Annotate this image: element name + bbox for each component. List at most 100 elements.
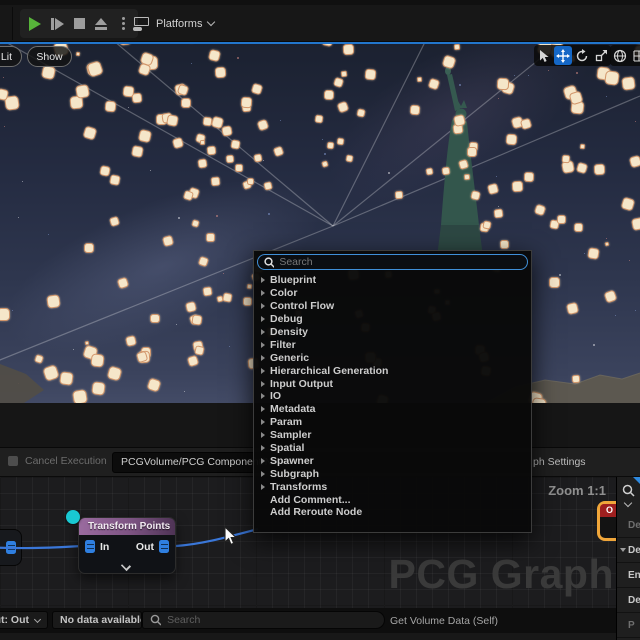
menu-category-color[interactable]: Color <box>254 287 531 300</box>
pcg-point <box>185 301 198 314</box>
pcg-point <box>194 345 205 356</box>
transform-points-node[interactable]: Transform Points In Out <box>78 517 176 574</box>
pcg-point <box>252 153 263 164</box>
pcg-point <box>106 365 123 383</box>
pcg-point <box>186 354 200 368</box>
data-dropdown[interactable]: No data available <box>52 611 142 629</box>
menu-action-add-comment[interactable]: Add Comment... <box>254 493 531 506</box>
out-pin-icon <box>159 540 169 553</box>
rotate-tool-button[interactable] <box>573 46 591 65</box>
pcg-point <box>320 159 329 168</box>
pcg-point <box>587 247 600 260</box>
pcg-point <box>457 159 469 170</box>
stop-button[interactable] <box>70 13 88 35</box>
menu-category-debug[interactable]: Debug <box>254 313 531 326</box>
output-pin-dropdown[interactable]: ut: Out <box>0 611 48 629</box>
attribute-search-box[interactable] <box>142 611 385 629</box>
eject-icon <box>95 17 107 30</box>
menu-category-subgraph[interactable]: Subgraph <box>254 467 531 480</box>
frame-skip-button[interactable] <box>48 13 66 35</box>
pcg-point <box>182 189 194 201</box>
pcg-point <box>124 335 138 348</box>
menu-category-generic[interactable]: Generic <box>254 351 531 364</box>
menu-category-param[interactable]: Param <box>254 416 531 429</box>
pcg-point <box>364 68 377 81</box>
mouse-cursor <box>224 525 240 553</box>
details-row[interactable]: De <box>617 588 640 613</box>
menu-category-metadata[interactable]: Metadata <box>254 403 531 416</box>
pcg-point <box>199 140 205 145</box>
play-options-button[interactable] <box>114 13 132 35</box>
menu-search-box[interactable] <box>257 254 528 270</box>
in-pin-icon <box>85 540 95 553</box>
cancel-execution-icon <box>8 456 18 466</box>
eject-button[interactable] <box>92 13 110 35</box>
stop-icon <box>73 18 85 29</box>
menu-category-io[interactable]: IO <box>254 390 531 403</box>
pcg-point <box>332 76 345 89</box>
expander-icon <box>261 393 265 400</box>
pcg-point <box>482 220 493 230</box>
menu-category-spawner[interactable]: Spawner <box>254 454 531 467</box>
show-flags-button[interactable]: Show <box>27 46 72 67</box>
pcg-point <box>505 133 518 146</box>
menu-category-transforms[interactable]: Transforms <box>254 480 531 493</box>
expander-icon <box>261 354 265 361</box>
inspect-indicator[interactable] <box>66 510 80 524</box>
menu-action-add-reroute-node[interactable]: Add Reroute Node <box>254 506 531 519</box>
menu-category-blueprint[interactable]: Blueprint <box>254 274 531 287</box>
expander-icon <box>261 432 265 439</box>
pcg-point <box>486 182 499 195</box>
expander-icon <box>261 316 265 323</box>
details-row[interactable]: De <box>617 513 640 538</box>
scale-tool-button[interactable] <box>592 46 610 65</box>
pcg-point <box>225 154 235 164</box>
node-expand-chevron-icon[interactable] <box>120 560 132 572</box>
node-output-pin[interactable]: Out <box>136 540 169 553</box>
details-row[interactable]: En <box>617 563 640 588</box>
pcg-point <box>340 70 347 78</box>
details-row[interactable]: De <box>617 538 640 563</box>
node-input-pin[interactable]: In <box>85 540 109 553</box>
menu-category-input-output[interactable]: Input Output <box>254 377 531 390</box>
pcg-point <box>137 128 152 143</box>
menu-category-density[interactable]: Density <box>254 326 531 339</box>
pcg-point <box>75 83 90 99</box>
graph-settings-button[interactable]: ph Settings <box>533 456 586 468</box>
pcg-point <box>493 208 504 219</box>
pcg-point <box>314 114 324 124</box>
details-row[interactable]: P <box>617 613 640 638</box>
world-space-button[interactable] <box>611 46 629 65</box>
play-button[interactable] <box>26 13 44 35</box>
menu-category-hierarchical-generation[interactable]: Hierarchical Generation <box>254 364 531 377</box>
menu-category-control-flow[interactable]: Control Flow <box>254 300 531 313</box>
view-mode-button[interactable]: Lit <box>0 46 22 67</box>
expander-icon <box>261 406 265 413</box>
cancel-execution-button[interactable]: Cancel Execution <box>8 455 107 467</box>
pcg-point <box>205 232 215 242</box>
pcg-point <box>41 364 60 382</box>
move-tool-button[interactable] <box>554 46 572 65</box>
pcg-point <box>463 173 471 181</box>
menu-category-sampler[interactable]: Sampler <box>254 429 531 442</box>
search-icon <box>264 256 275 268</box>
pcg-point <box>251 82 264 95</box>
pcg-point <box>116 276 130 290</box>
attribute-search-input[interactable] <box>167 614 377 626</box>
snap-toggle-button[interactable] <box>630 46 640 65</box>
pcg-point <box>58 371 73 386</box>
menu-category-filter[interactable]: Filter <box>254 338 531 351</box>
pcg-point <box>234 163 243 172</box>
expander-icon <box>261 303 265 310</box>
bottom-strip <box>0 633 640 640</box>
chevron-down-icon <box>33 615 42 623</box>
menu-category-spatial[interactable]: Spatial <box>254 442 531 455</box>
platforms-dropdown[interactable]: Platforms <box>133 11 216 36</box>
pcg-point <box>191 218 201 228</box>
pcg-point <box>557 215 567 225</box>
pcg-point <box>82 125 97 141</box>
expander-icon <box>261 470 265 477</box>
menu-search-input[interactable] <box>279 256 521 268</box>
pcg-point <box>40 64 57 81</box>
select-tool-button[interactable] <box>535 46 553 65</box>
